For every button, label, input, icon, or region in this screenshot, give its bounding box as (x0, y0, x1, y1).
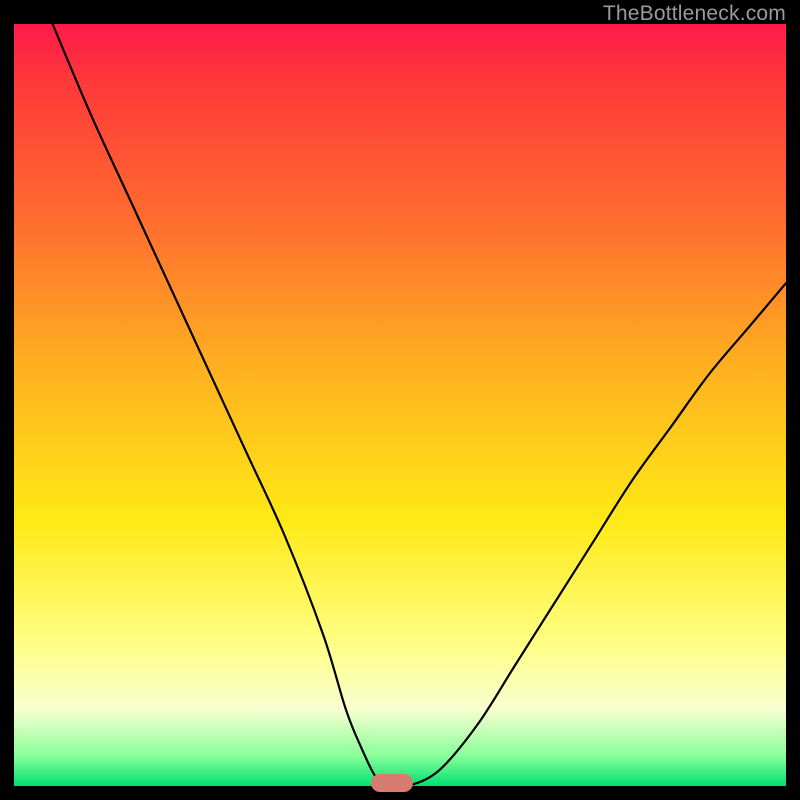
watermark-text: TheBottleneck.com (603, 2, 786, 26)
chart-frame (14, 24, 786, 786)
minimum-marker (371, 774, 413, 792)
bottleneck-curve (14, 24, 786, 786)
